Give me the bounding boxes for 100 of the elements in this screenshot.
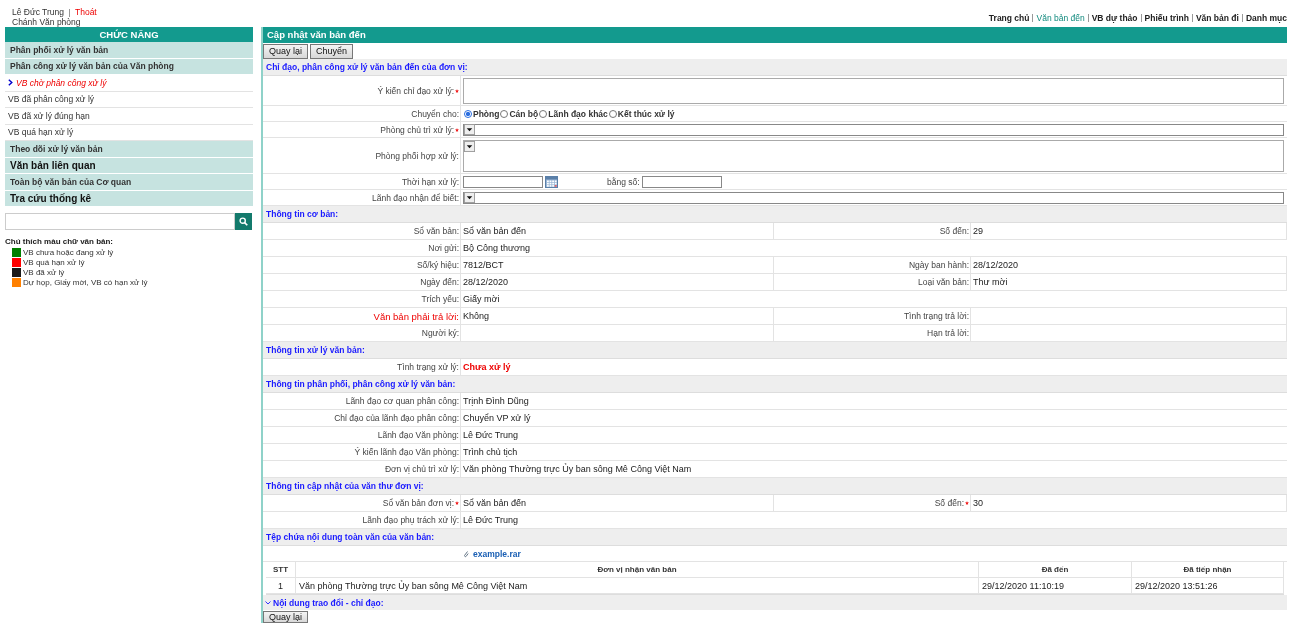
radio-option[interactable]: Lãnh đạo khác: [538, 108, 608, 119]
field-label: Lãnh đạo nhận để biết:: [372, 192, 459, 203]
sidebar-item[interactable]: Theo dõi xử lý văn bản: [5, 141, 253, 158]
nav-link[interactable]: Văn bản đi: [1195, 13, 1239, 23]
section-heading: Chỉ đạo, phân công xử lý văn bản đến của đơn vị:: [263, 59, 1287, 76]
field-value: Lê Đức Trung: [463, 430, 519, 440]
field-value: Trình chủ tịch: [463, 447, 518, 457]
field-label: Thời hạn xử lý:: [401, 176, 459, 187]
field-value: Sổ văn bản đến: [463, 226, 527, 236]
field-label: Số đến:: [939, 226, 969, 236]
table-cell: 29/12/2020 13:51:26: [1132, 578, 1284, 593]
legend-label: VB quá hạn xử lý: [23, 257, 85, 267]
field-label: Hạn trả lời:: [927, 328, 969, 338]
sidebar-item[interactable]: Toàn bộ văn bản của Cơ quan: [5, 174, 253, 191]
field-label: Ý kiến chỉ đạo xử lý:: [377, 85, 454, 96]
field-value: Không: [463, 311, 490, 321]
field-label: Loại văn bản:: [917, 277, 969, 287]
search-field[interactable]: [5, 213, 235, 230]
section-heading: Tệp chứa nội dung toàn văn của văn bản:: [263, 529, 1287, 546]
logout-link[interactable]: Thoát: [75, 8, 97, 18]
field-label: Sổ văn bản:: [413, 226, 459, 236]
date-field[interactable]: [463, 175, 543, 188]
search-button[interactable]: [235, 213, 252, 230]
table-cell: 1: [266, 578, 296, 593]
caret-icon: [265, 600, 271, 605]
column-header: Đã tiếp nhận: [1132, 562, 1284, 577]
nav-link[interactable]: Danh mục: [1245, 13, 1287, 23]
field-value: 28/12/2020: [973, 260, 1019, 270]
field-value: 7812/BCT: [463, 260, 504, 270]
number-field[interactable]: [641, 175, 722, 188]
sidebar-title: CHỨC NĂNG: [5, 27, 253, 42]
field-label: bằng số:: [607, 176, 640, 187]
file-link[interactable]: example.rar: [473, 548, 521, 559]
nav-link[interactable]: Văn bản đến: [1036, 13, 1085, 23]
field-value: Bộ Công thương: [463, 243, 530, 253]
chevron-icon: [8, 79, 13, 87]
legend-title: Chú thích màu chữ văn bản:: [5, 237, 115, 247]
search-icon: [239, 217, 248, 226]
field-label: Đơn vị chủ trì xử lý:: [384, 464, 459, 474]
field-label: Phòng chủ trì xử lý:: [380, 124, 454, 135]
calendar-icon[interactable]: [545, 175, 558, 188]
paperclip-icon: [463, 549, 469, 558]
section-heading: Thông tin cập nhật của văn thư đơn vị:: [263, 478, 1287, 495]
column-header: Đơn vị nhận văn bản: [296, 562, 979, 577]
field-label: Phòng phối hợp xử lý:: [375, 150, 459, 161]
text-area[interactable]: [463, 77, 1284, 104]
field-label: Số đến:: [934, 498, 964, 508]
field-label: Sổ văn bản đơn vị:: [382, 498, 454, 508]
field-value: Giấy mời: [463, 294, 500, 304]
nav-link[interactable]: Phiếu trình: [1144, 13, 1189, 23]
table-cell: Văn phòng Thường trực Ủy ban sông Mê Công Việt Nam: [296, 578, 979, 593]
field-label: Số/ký hiệu:: [416, 260, 459, 270]
column-header: Đã đến: [979, 562, 1132, 577]
field-value: Văn phòng Thường trực Ủy ban sông Mê Công Việt Nam: [463, 464, 692, 474]
action-button[interactable]: Quay lại: [263, 43, 309, 59]
field-label: Lãnh đạo cơ quan phân công:: [345, 396, 459, 406]
legend-label: VB chưa hoặc đang xử lý: [23, 247, 114, 257]
field-value: Chuyển VP xử lý: [463, 413, 531, 423]
radio-option[interactable]: Kết thúc xử lý: [607, 108, 675, 119]
table-cell: 29/12/2020 11:10:19: [979, 578, 1132, 593]
radio-option[interactable]: Phòng: [463, 108, 500, 119]
section-heading: Thông tin phân phối, phân công xử lý văn bản:: [263, 376, 1287, 393]
user-role: Chánh Văn phòng: [12, 17, 82, 27]
field-value: Trịnh Đình Dũng: [463, 396, 529, 406]
field-value: Chưa xử lý: [463, 362, 511, 372]
field-label: Văn bản phải trả lời:: [373, 310, 459, 322]
select-field[interactable]: [463, 191, 1284, 204]
select-field[interactable]: [463, 123, 1284, 136]
back-button[interactable]: Quay lại: [263, 611, 309, 623]
field-label: Ý kiến lãnh đạo Văn phòng:: [354, 447, 459, 457]
field-label: Ngày đến:: [420, 277, 459, 287]
section-heading: Thông tin xử lý văn bản:: [263, 342, 1287, 359]
field-value: Lê Đức Trung: [463, 515, 519, 525]
field-label: Người ký:: [421, 328, 459, 338]
field-label: Lãnh đạo Văn phòng:: [377, 430, 459, 440]
field-value: Thư mời: [973, 277, 1008, 287]
radio-option[interactable]: Cán bộ: [499, 108, 539, 119]
nav-link[interactable]: VB dự thảo: [1091, 13, 1138, 23]
field-label: Tình trạng xử lý:: [397, 362, 459, 372]
field-label: Ngày ban hành:: [908, 260, 969, 270]
field-label: Chuyển cho:: [411, 108, 459, 119]
field-value: Sổ văn bản đến: [463, 498, 527, 508]
field-label: Nơi gửi:: [428, 243, 459, 253]
field-value: 29: [973, 226, 983, 236]
legend-label: VB đã xử lý: [23, 267, 65, 277]
action-button[interactable]: Chuyển: [310, 43, 354, 59]
sidebar-item[interactable]: Phân phối xử lý văn bản: [5, 42, 253, 59]
column-header: STT: [266, 562, 296, 577]
field-value: 30: [973, 498, 983, 508]
field-label: Lãnh đạo phụ trách xử lý:: [362, 515, 459, 525]
legend-label: Dự họp, Giấy mời, VB có hạn xử lý: [23, 277, 148, 287]
field-label: Chỉ đạo của lãnh đạo phân công:: [334, 413, 459, 423]
field-label: Trích yếu:: [421, 294, 459, 304]
section-heading: Thông tin cơ bản:: [263, 206, 1287, 223]
field-value: 28/12/2020: [463, 277, 509, 287]
nav-link[interactable]: Trang chủ: [988, 13, 1030, 23]
user-name: Lê Đức Trung: [12, 8, 64, 18]
collapsible-heading[interactable]: Nội dung trao đổi - chỉ đạo:: [263, 595, 1287, 610]
panel-title: Cập nhật văn bản đến: [263, 27, 1287, 43]
field-label: Tình trạng trả lời:: [903, 311, 969, 321]
